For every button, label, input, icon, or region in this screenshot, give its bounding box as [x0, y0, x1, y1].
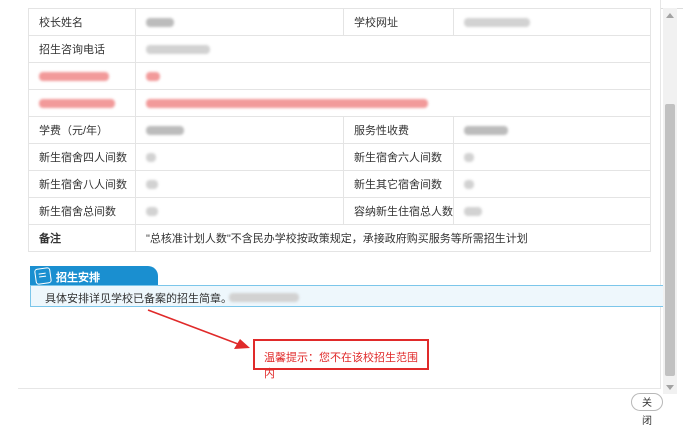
vertical-scrollbar[interactable]	[663, 8, 677, 394]
footer-divider	[18, 388, 660, 389]
tip-text: 温馨提示：您不在该校招生范围内	[264, 352, 418, 380]
scroll-thumb[interactable]	[665, 104, 675, 376]
close-button[interactable]: 关闭	[631, 393, 663, 427]
school-info-dialog: 校长姓名 学校网址 招生咨询电话 学费（元/年） 服务性收费 新生宿舍四人间数 …	[0, 0, 683, 436]
scroll-down-arrow-icon[interactable]	[663, 380, 677, 394]
scroll-up-arrow-icon[interactable]	[663, 8, 677, 22]
tip-box: 温馨提示：您不在该校招生范围内	[253, 339, 429, 380]
